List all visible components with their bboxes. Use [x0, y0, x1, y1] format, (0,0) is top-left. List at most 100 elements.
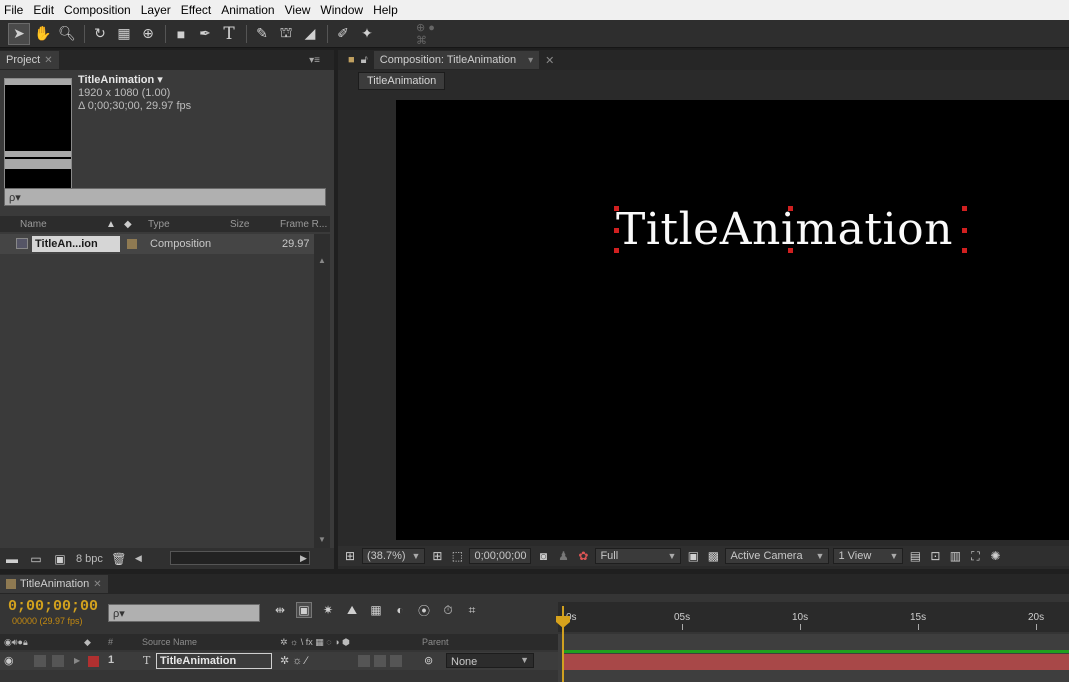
composition-navigator-tab[interactable]: TitleAnimation — [358, 72, 446, 90]
eraser-tool-icon[interactable]: ◢ — [299, 23, 321, 45]
composition-viewer[interactable]: TitleAnimation — [396, 100, 1069, 540]
column-frame-rate[interactable]: Frame R... — [280, 219, 327, 230]
timeline-search-input[interactable]: ρ▾ — [108, 604, 260, 622]
column-source-name[interactable]: Source Name — [142, 637, 197, 647]
graph-editor-icon[interactable]: ⌗ — [464, 602, 480, 618]
rectangle-tool-icon[interactable]: ■ — [170, 23, 192, 45]
scroll-up-icon[interactable]: ▲ — [318, 256, 326, 265]
camera-tool-icon[interactable]: ▦ — [113, 23, 135, 45]
pick-whip-icon[interactable]: ⊚ — [424, 654, 433, 667]
bounding-box-handle[interactable] — [614, 206, 619, 211]
always-preview-icon[interactable]: ⊞ — [342, 548, 358, 564]
timeline-track-area[interactable] — [558, 634, 1069, 682]
menu-edit[interactable]: Edit — [28, 0, 59, 20]
auto-keyframe-icon[interactable]: ⏱︎ — [440, 602, 456, 618]
menu-composition[interactable]: Composition — [59, 0, 136, 20]
flowchart-icon[interactable]: ⛶ — [967, 548, 983, 564]
rgb-channels-icon[interactable]: ✿ — [575, 548, 591, 564]
toggle-pixel-aspect-icon[interactable]: ▤ — [907, 548, 923, 564]
lock-icon[interactable]: ■ — [348, 54, 355, 66]
tab-timeline[interactable]: TitleAnimation ✕ — [0, 575, 108, 593]
eye-icon[interactable]: ◉ — [4, 654, 14, 667]
trash-icon[interactable]: 🗑︎ — [111, 551, 127, 567]
chevron-down-icon[interactable]: ▾ — [528, 55, 533, 66]
close-icon[interactable]: ✕ — [44, 55, 52, 66]
bounding-box-handle[interactable] — [614, 248, 619, 253]
column-number[interactable]: # — [108, 637, 113, 647]
menu-layer[interactable]: Layer — [136, 0, 176, 20]
label-tag-icon[interactable]: ◆ — [84, 637, 91, 648]
view-layout-dropdown[interactable]: 1 View ▼ — [833, 548, 904, 564]
fast-previews-icon[interactable]: ⊡ — [927, 548, 943, 564]
panel-menu-icon[interactable]: ▾≡ — [309, 55, 320, 66]
type-tool-icon[interactable]: T — [218, 23, 240, 45]
pen-tool-icon[interactable]: ✒ — [194, 23, 216, 45]
expand-triangle-icon[interactable]: ▶ — [74, 656, 80, 665]
brainstorm-icon[interactable]: ⦿ — [416, 602, 432, 618]
tab-project[interactable]: Project ✕ — [0, 51, 59, 69]
info-comp-name[interactable]: TitleAnimation ▾ — [78, 74, 191, 87]
project-vertical-scrollbar[interactable]: ▲ ▼ — [314, 234, 330, 548]
close-icon[interactable]: ✕ — [93, 579, 101, 590]
bounding-box-handle[interactable] — [788, 248, 793, 253]
viewer-title-text[interactable]: TitleAnimation — [616, 204, 953, 255]
close-icon[interactable]: ✕ — [545, 54, 554, 67]
transparency-grid-icon[interactable]: ▩ — [705, 548, 721, 564]
layer-switch-box[interactable] — [390, 655, 402, 667]
timeline-panel-icon[interactable]: ▥ — [947, 548, 963, 564]
sort-ascending-icon[interactable]: ▲ — [106, 219, 116, 230]
pan-behind-tool-icon[interactable]: ⊕ — [137, 23, 159, 45]
project-item-name[interactable]: TitleAn...ion — [32, 236, 120, 252]
scroll-down-icon[interactable]: ▼ — [318, 535, 326, 544]
layer-switch-icons[interactable]: ✲ ☼ ∕ — [280, 654, 307, 667]
column-name[interactable]: Name — [20, 219, 47, 230]
comp-mini-flowchart-icon[interactable]: ⇹ — [272, 602, 288, 618]
column-parent[interactable]: Parent — [422, 637, 449, 647]
audio-switch[interactable] — [34, 655, 46, 667]
work-area-bar[interactable] — [564, 650, 1069, 653]
puppet-pin-tool-icon[interactable]: ✦ — [356, 23, 378, 45]
av-features-icons[interactable]: ◉🔊︎●🔒︎ — [4, 637, 28, 648]
bounding-box-handle[interactable] — [962, 206, 967, 211]
current-time-display[interactable]: 0;00;00;00 — [8, 598, 98, 615]
label-tag-icon[interactable]: ◆ — [124, 219, 132, 230]
grid-guides-icon[interactable]: ⊞ — [429, 548, 445, 564]
rotation-tool-icon[interactable]: ↻ — [89, 23, 111, 45]
axis-mode-icon[interactable]: ⊕ ● ⌘ — [416, 22, 438, 47]
mask-visibility-icon[interactable]: ⬚ — [449, 548, 465, 564]
column-size[interactable]: Size — [230, 219, 249, 230]
bounding-box-handle[interactable] — [614, 228, 619, 233]
snapshot-camera-icon[interactable]: ◙ — [535, 548, 551, 564]
selection-tool-icon[interactable]: ➤ — [8, 22, 30, 45]
bounding-box-handle[interactable] — [788, 206, 793, 211]
draft-3d-icon[interactable]: ✷ — [320, 602, 336, 618]
clone-stamp-tool-icon[interactable]: ⛫ — [275, 23, 297, 45]
bounding-box-handle[interactable] — [962, 228, 967, 233]
zoom-tool-icon[interactable]: 🔍︎ — [56, 23, 78, 45]
layer-name[interactable]: TitleAnimation — [156, 653, 272, 669]
show-snapshot-icon[interactable]: ♟ — [555, 548, 571, 564]
layer-switch-box[interactable] — [374, 655, 386, 667]
layer-duration-bar[interactable] — [564, 654, 1069, 670]
label-color-swatch[interactable] — [127, 239, 137, 249]
current-time-field[interactable]: 0;00;00;00 — [469, 548, 532, 564]
layer-switches-icons[interactable]: ✲ ☼ \ fx ▦ ◌ ◑ ⬢ — [280, 637, 350, 648]
motion-blur-icon[interactable]: ◐ — [392, 602, 408, 618]
camera-view-dropdown[interactable]: Active Camera ▼ — [725, 548, 830, 564]
interpret-footage-icon[interactable]: ▬ — [4, 551, 20, 567]
timeline-layer-row[interactable]: ◉ ▶ 1 T TitleAnimation ✲ ☼ ∕ ⊚ None ▼ — [0, 652, 558, 670]
project-item-row[interactable]: TitleAn...ion Composition 29.97 — [0, 234, 314, 254]
menu-window[interactable]: Window — [315, 0, 368, 20]
new-composition-icon[interactable]: ▣ — [52, 551, 68, 567]
project-search-input[interactable]: ρ▾ — [4, 188, 326, 206]
menu-file[interactable]: File — [0, 0, 28, 20]
menu-animation[interactable]: Animation — [216, 0, 279, 20]
region-of-interest-icon[interactable]: ▣ — [685, 548, 701, 564]
menu-help[interactable]: Help — [368, 0, 403, 20]
parent-dropdown[interactable]: None ▼ — [446, 653, 534, 668]
menu-view[interactable]: View — [280, 0, 316, 20]
scroll-right-icon[interactable]: ▶ — [300, 553, 307, 564]
menu-effect[interactable]: Effect — [176, 0, 216, 20]
column-type[interactable]: Type — [148, 219, 170, 230]
magnification-dropdown[interactable]: (38.7%) ▼ — [362, 548, 426, 564]
